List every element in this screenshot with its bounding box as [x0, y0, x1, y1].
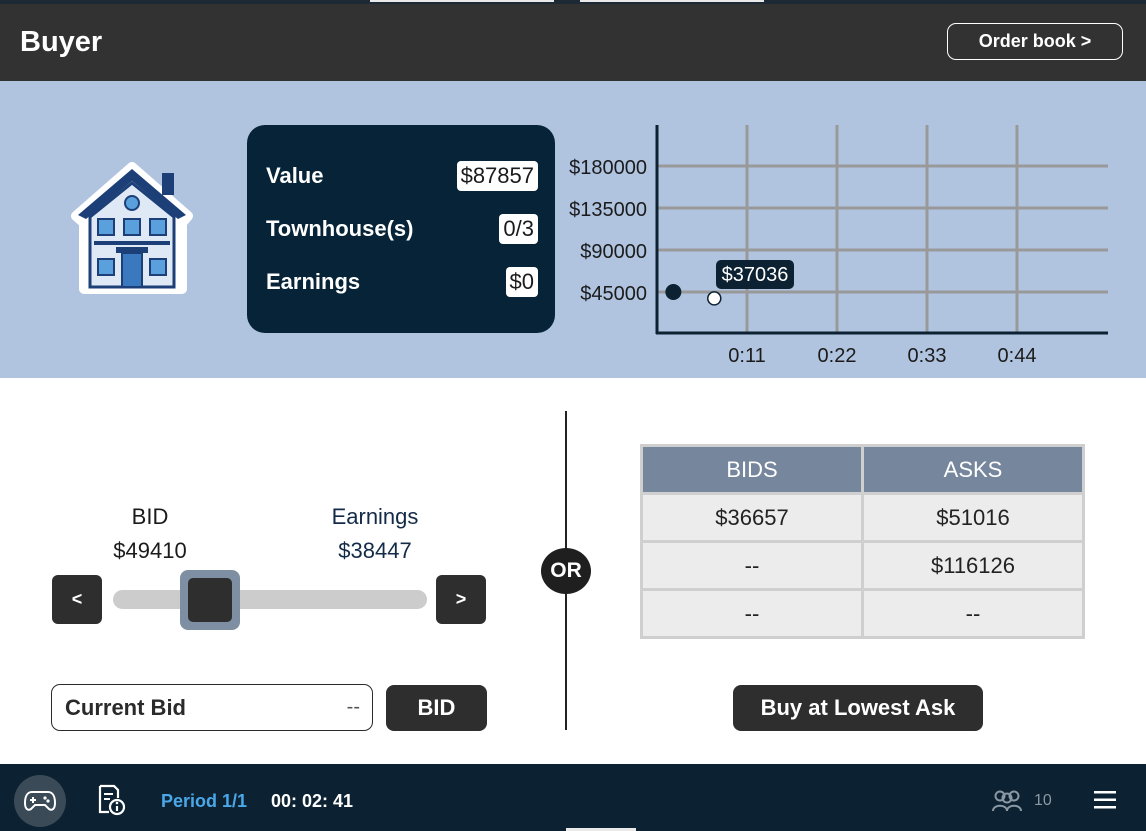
data-point — [665, 284, 682, 300]
y-tick-label: $135000 — [569, 199, 647, 221]
x-tick-label: 0:33 — [908, 345, 947, 367]
current-bid-label: Current Bid — [65, 694, 186, 720]
table-row: -- $116126 — [640, 540, 1085, 591]
earnings-value: $38447 — [338, 538, 412, 563]
bid-slider-track[interactable] — [113, 590, 427, 609]
order-book-table: BIDS ASKS $36657 $51016 -- $116126 -- -- — [640, 444, 1085, 639]
value-label: Value — [266, 163, 324, 188]
bid-value: $49410 — [113, 538, 187, 563]
data-label: $37036 — [722, 264, 789, 286]
users-count: 10 — [1034, 792, 1052, 809]
ask-cell[interactable]: $116126 — [861, 540, 1085, 591]
price-chart: $180000 $135000 $90000 $45000 0:11 0:22 … — [560, 120, 1120, 385]
current-bid-field[interactable]: Current Bid -- — [51, 684, 373, 731]
x-tick-label: 0:44 — [998, 345, 1037, 367]
table-row: $36657 $51016 — [640, 492, 1085, 543]
bid-cell: -- — [640, 540, 864, 591]
asset-summary-card: Value $87857 Townhouse(s) 0/3 Earnings $… — [247, 125, 555, 333]
menu-icon[interactable] — [1093, 789, 1117, 816]
page-title: Buyer — [20, 26, 103, 58]
users-icon[interactable] — [991, 789, 1023, 818]
header-bar: Buyer Order book > — [0, 4, 1146, 81]
x-tick-label: 0:22 — [818, 345, 857, 367]
increase-bid-button[interactable]: > — [436, 575, 486, 624]
order-book-button[interactable]: Order book > — [947, 23, 1123, 60]
window-tab — [580, 0, 764, 2]
or-badge: OR — [541, 548, 591, 594]
townhouse-row: Townhouse(s) 0/3 — [266, 211, 538, 247]
house-icon — [70, 161, 195, 301]
y-tick-label: $45000 — [580, 283, 647, 305]
y-tick-label: $90000 — [580, 241, 647, 263]
bid-cell: $36657 — [640, 492, 864, 543]
value-amount: $87857 — [456, 161, 538, 191]
window-tab — [370, 0, 554, 2]
x-tick-label: 0:11 — [728, 345, 765, 367]
y-tick-label: $180000 — [569, 157, 647, 179]
townhouse-count: 0/3 — [499, 214, 538, 244]
bid-slider-handle[interactable] — [180, 570, 240, 630]
earnings-label: Earnings — [266, 269, 361, 294]
ask-cell[interactable]: $51016 — [861, 492, 1085, 543]
timer: 00: 02: 41 — [271, 791, 354, 811]
buy-lowest-ask-button[interactable]: Buy at Lowest Ask — [733, 685, 983, 731]
ask-cell: -- — [861, 588, 1085, 639]
footer-bar: Period 1/1 00: 02: 41 10 — [0, 764, 1146, 831]
bid-button[interactable]: BID — [386, 685, 487, 731]
data-point — [707, 291, 722, 306]
earnings-amount: $0 — [505, 267, 538, 297]
earnings-row: Earnings $0 — [266, 264, 538, 300]
townhouse-label: Townhouse(s) — [266, 216, 414, 241]
bid-label: BID — [131, 504, 169, 529]
bids-header: BIDS — [640, 444, 864, 495]
gamepad-icon[interactable] — [14, 775, 66, 827]
period-indicator: Period 1/1 — [161, 791, 248, 811]
decrease-bid-button[interactable]: < — [52, 575, 102, 624]
earnings-label: Earnings — [331, 504, 419, 529]
document-info-icon[interactable] — [95, 784, 127, 821]
bid-cell: -- — [640, 588, 864, 639]
table-row: -- -- — [640, 588, 1085, 639]
current-bid-value: -- — [346, 696, 360, 718]
value-row: Value $87857 — [266, 158, 538, 194]
asks-header: ASKS — [861, 444, 1085, 495]
